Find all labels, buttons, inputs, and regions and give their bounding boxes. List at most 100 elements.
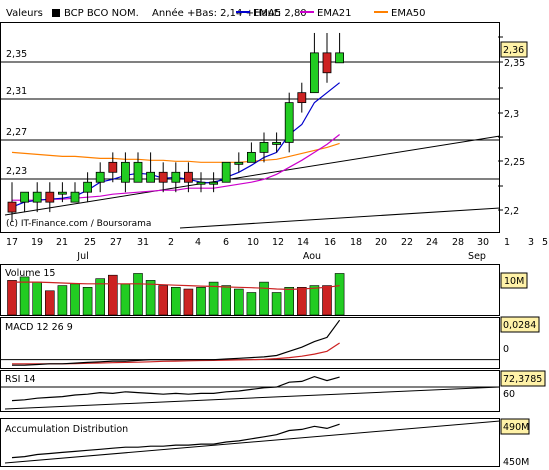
legend-entry: EMA50 (391, 8, 426, 19)
candle-body (70, 191, 80, 203)
trendline-lower (179, 207, 501, 229)
watermark: (c) IT-Finance.com / Boursorama (6, 219, 151, 229)
volume-badge-text: 10M (504, 276, 524, 287)
candle-body (32, 191, 42, 203)
candle-body (221, 161, 231, 183)
x-day-label: 27 (110, 237, 122, 248)
macd-badge-text: 0,0284 (503, 320, 536, 331)
rsi-title: RSI 14 (5, 374, 36, 385)
x-day-label: 16 (324, 237, 336, 248)
candle-body (7, 201, 17, 213)
x-axis: 17 19 21 25 27 31 2 4 6 10 12 14 16 18 20 22 24 28 30 1 3 5Ju… (6, 237, 548, 262)
volume-bar (183, 288, 194, 316)
instrument-name: BCP BCO NOM. (64, 8, 139, 19)
candle-body (83, 181, 92, 193)
candle-body (335, 52, 345, 64)
x-day-label: 17 (6, 237, 18, 248)
x-day-label: 22 (401, 237, 413, 248)
candle-body (183, 171, 193, 183)
legend: EMA5 EMA21 EMA50 (236, 8, 426, 19)
volume-bar (82, 287, 93, 316)
price-level-label: 2,35 (6, 49, 27, 60)
chart-canvas: Valeurs BCP BCO NOM. Année +Bas: 2,14 +H… (0, 7, 548, 468)
volume-bar (309, 285, 320, 316)
rsi-level-label: 60 (503, 389, 515, 400)
x-day-label: 18 (350, 237, 362, 248)
candle-body (196, 181, 206, 185)
candle-body (58, 191, 67, 195)
chart-widget: Valeurs BCP BCO NOM. Année +Bas: 2,14 +H… (0, 0, 549, 470)
candle-body (234, 161, 244, 165)
volume-bar (284, 287, 295, 316)
candle-body (121, 161, 130, 183)
x-day-label: 6 (223, 237, 229, 248)
candle-body (284, 102, 294, 143)
x-day-label: 25 (84, 237, 96, 248)
candle-body (322, 52, 332, 74)
legend-entry: EMA21 (317, 8, 352, 19)
candle-body (309, 52, 319, 94)
volume-bar (57, 285, 68, 316)
header-label: Valeurs (6, 8, 43, 19)
candle-body (209, 181, 219, 185)
candle-body (246, 151, 256, 163)
rsi-panel-frame (0, 370, 500, 412)
ad-title: Accumulation Distribution (5, 424, 128, 435)
x-month-label: Sep (468, 251, 486, 262)
candle-body (108, 161, 118, 173)
legend-entry: EMA5 (253, 8, 281, 19)
volume-bar (120, 283, 131, 316)
candle-body (158, 171, 168, 183)
x-month-label: Jul (76, 251, 88, 262)
current-value-text: 2,36 (503, 45, 524, 56)
candle-body (272, 142, 282, 145)
volume-bar (145, 280, 156, 316)
x-day-label: 21 (56, 237, 68, 248)
price-level-label: 2,31 (6, 86, 27, 97)
volume-bar (171, 287, 181, 316)
x-day-label: 30 (477, 237, 489, 248)
rsi-lines (1, 375, 501, 410)
year-range: Année +Bas: 2,14 +Haut: 2,80 (152, 7, 307, 19)
volume-bar (7, 280, 17, 316)
volume-bar (234, 288, 244, 316)
candle-body (45, 191, 55, 203)
candle-body (297, 92, 307, 104)
ad-bottom-label: 450M (503, 457, 529, 468)
ema50-line (11, 142, 340, 163)
rsi-trendline (4, 386, 501, 410)
x-month-label: Aou (303, 251, 321, 262)
volume-title: Volume 15 (5, 268, 55, 279)
x-day-label: 4 (195, 237, 201, 248)
x-day-label: 12 (272, 237, 284, 248)
x-day-label: 2 (168, 237, 174, 248)
x-day-label: 10 (247, 237, 259, 248)
price-level-label: 2,27 (6, 127, 27, 138)
candle-body (133, 161, 143, 183)
volume-bar (133, 273, 143, 316)
volume-bar (221, 285, 231, 316)
candles (7, 32, 345, 223)
x-day-label: 1 (504, 237, 510, 248)
candle-body (95, 171, 105, 183)
x-day-label: 19 (31, 237, 43, 248)
volume-bar (322, 285, 332, 316)
price-right-tick-label: 2,25 (504, 157, 525, 168)
macd-panel-frame (0, 317, 500, 369)
x-day-label: 20 (375, 237, 387, 248)
instrument-swatch (52, 9, 60, 17)
volume-bar (196, 287, 206, 316)
rsi-badge-text: 72,3785 (503, 374, 542, 385)
price-level-label: 2,23 (6, 166, 27, 177)
x-day-label: 5 (542, 237, 548, 248)
candle-body (20, 191, 30, 203)
x-day-label: 31 (137, 237, 149, 248)
macd-zero-label: 0 (503, 344, 509, 355)
x-day-label: 24 (426, 237, 438, 248)
volume-bar (296, 287, 307, 316)
x-day-label: 28 (452, 237, 464, 248)
candle-body (146, 171, 156, 183)
price-right-ticks: 2,35 2,3 2,25 2,2 (498, 36, 525, 217)
volume-bar (271, 292, 282, 316)
trendline-support (4, 135, 501, 216)
